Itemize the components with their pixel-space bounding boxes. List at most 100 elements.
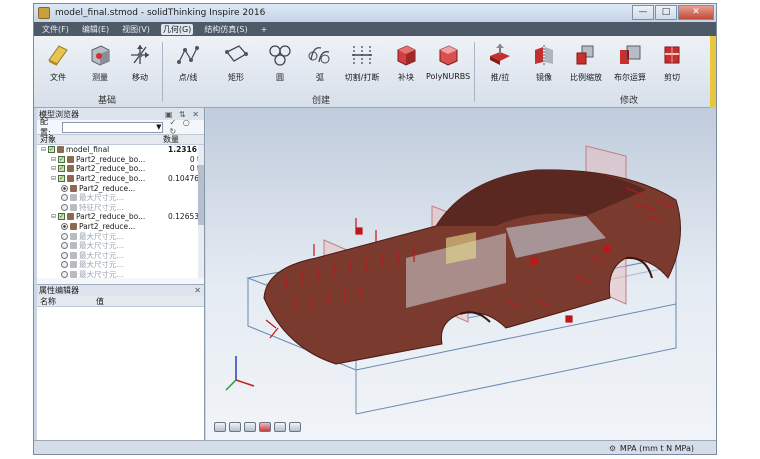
tool-push-pull[interactable]: 推/拉 xyxy=(478,42,522,83)
tool-shear[interactable]: 剪切 xyxy=(650,42,694,83)
maximize-button[interactable]: □ xyxy=(655,5,677,20)
tool-polynurbs[interactable]: PolyNURBS xyxy=(426,42,470,81)
point-line-icon xyxy=(177,46,199,64)
tool-boolean[interactable]: 布尔运算 xyxy=(608,42,652,83)
variant-radio[interactable] xyxy=(61,261,68,269)
tool-label: 切割/打断 xyxy=(344,73,380,82)
expand-toggle-icon[interactable]: ⊟ xyxy=(51,175,58,182)
view-display-icon[interactable] xyxy=(259,422,271,432)
group-label-modify: 修改 xyxy=(620,96,639,106)
visibility-checkbox[interactable]: ✓ xyxy=(58,213,65,221)
units-selector[interactable]: MPA (mm t N MPa) xyxy=(620,444,694,453)
polynurbs-icon xyxy=(439,45,458,66)
config-row: 配置: ▼ ✓ ○ ↻ xyxy=(37,117,204,137)
column-quantity[interactable]: 数量 xyxy=(163,134,179,145)
part-icon xyxy=(70,203,77,211)
tree-row[interactable]: 特征尺寸元... xyxy=(37,203,204,213)
file-icon xyxy=(48,45,68,66)
tool-file[interactable]: 文件 xyxy=(36,42,80,83)
chevron-down-icon: ▼ xyxy=(156,122,162,131)
tool-label: 剪切 xyxy=(664,73,680,82)
move-icon xyxy=(131,45,149,64)
tree-row[interactable]: ⊟ ✓ Part2_reduce_bo... 0 t xyxy=(37,155,204,165)
tree-row[interactable]: ⊟ ✓ Part2_reduce_bo... 0 t xyxy=(37,164,204,174)
tool-point-line[interactable]: 点/线 xyxy=(166,42,210,83)
visibility-checkbox[interactable]: ✓ xyxy=(58,155,65,163)
view-fit-icon[interactable] xyxy=(274,422,286,432)
visibility-checkbox[interactable]: ✓ xyxy=(48,146,55,154)
tool-label: 测量 xyxy=(92,73,108,82)
3d-viewport[interactable] xyxy=(206,108,716,440)
variant-radio[interactable] xyxy=(61,194,68,202)
variant-radio[interactable] xyxy=(61,203,68,211)
cut-break-icon xyxy=(352,46,372,64)
tree-row[interactable]: ⊟ ✓ model_final 1.2316 t xyxy=(37,145,204,155)
tree-row[interactable]: 最大尺寸元... xyxy=(37,270,204,278)
tool-rectangle[interactable]: 矩形 xyxy=(214,42,258,83)
scrollbar-thumb[interactable] xyxy=(198,165,204,225)
title-bar[interactable]: model_final.stmod - solidThinking Inspir… xyxy=(34,4,716,22)
tool-mirror[interactable]: 镜像 xyxy=(522,42,566,83)
tool-arc[interactable]: 弧 xyxy=(298,42,342,83)
variant-radio[interactable] xyxy=(61,184,68,192)
config-dropdown[interactable]: ▼ xyxy=(62,121,164,133)
tree-row-quantity: 0 t xyxy=(189,164,200,174)
property-editor-title: 属性编辑器 xyxy=(39,286,79,295)
menu-bar: 文件(F) 编辑(E) 视图(V) 几何(G) 结构仿真(S) + xyxy=(34,22,716,36)
visibility-checkbox[interactable]: ✓ xyxy=(58,165,65,173)
ribbon-toolbar: 文件 测量 移动 点/线 矩形 圆 弧 切割/打断 补块 PolyNURBS 推… xyxy=(34,36,716,108)
tool-cut-break[interactable]: 切割/打断 xyxy=(340,42,384,83)
tree-scrollbar[interactable] xyxy=(198,145,204,278)
tool-label: 比例缩放 xyxy=(570,73,602,82)
tree-row-name: Part2_reduce_bo... xyxy=(76,154,146,164)
tree-row-name: Part2_reduce_bo... xyxy=(76,212,146,222)
variant-radio[interactable] xyxy=(61,271,68,278)
view-pan-icon[interactable] xyxy=(229,422,241,432)
tool-scale[interactable]: 比例缩放 xyxy=(564,42,608,83)
expand-toggle-icon[interactable]: ⊟ xyxy=(51,156,58,163)
menu-structure-sim[interactable]: 结构仿真(S) xyxy=(202,24,249,35)
view-rotate-icon[interactable] xyxy=(214,422,226,432)
view-zoom-icon[interactable] xyxy=(244,422,256,432)
tree-row[interactable]: ⊟✓ Part2_reduce_bo... 0.12653 t xyxy=(37,212,204,222)
menu-add-tab[interactable]: + xyxy=(259,25,270,34)
expand-toggle-icon[interactable]: ⊟ xyxy=(41,146,48,153)
tool-label: 点/线 xyxy=(178,73,198,82)
panel-close-icon[interactable]: ✕ xyxy=(194,286,201,295)
expand-toggle-icon[interactable]: ⊟ xyxy=(51,165,58,172)
tree-row[interactable]: ⊟✓ Part2_reduce_bo... 0.10476 t xyxy=(37,174,204,184)
units-gear-icon[interactable]: ⚙ xyxy=(609,444,616,453)
variant-radio[interactable] xyxy=(61,251,68,259)
model-tree: ⊟ ✓ model_final 1.2316 t ⊟ ✓ Part2_reduce_bo..… xyxy=(37,145,204,278)
status-bar: ⚙ MPA (mm t N MPa) xyxy=(34,440,716,454)
ribbon-separator xyxy=(162,42,163,102)
variant-radio[interactable] xyxy=(61,242,68,250)
tool-label: 文件 xyxy=(50,73,66,82)
close-button[interactable]: ✕ xyxy=(678,5,714,20)
scale-icon xyxy=(576,45,594,65)
part-icon xyxy=(70,223,77,231)
tool-circle[interactable]: 圆 xyxy=(258,42,302,83)
tree-row-quantity: 0.10476 t xyxy=(168,174,200,184)
menu-edit[interactable]: 编辑(E) xyxy=(80,24,111,35)
menu-file[interactable]: 文件(F) xyxy=(40,24,71,35)
column-object[interactable]: 对象 xyxy=(37,134,163,145)
tool-label: 补块 xyxy=(398,73,414,82)
tool-move[interactable]: 移动 xyxy=(118,42,162,83)
menu-view[interactable]: 视图(V) xyxy=(120,24,152,35)
variant-radio[interactable] xyxy=(61,223,68,231)
boolean-icon xyxy=(620,45,641,64)
rectangle-icon xyxy=(225,45,248,62)
expand-toggle-icon[interactable]: ⊟ xyxy=(51,213,58,220)
ribbon-expand-handle[interactable] xyxy=(710,36,716,108)
axis-triad xyxy=(225,356,255,391)
part-icon xyxy=(70,232,77,240)
menu-geometry[interactable]: 几何(G) xyxy=(160,23,194,35)
variant-radio[interactable] xyxy=(61,232,68,240)
visibility-checkbox[interactable]: ✓ xyxy=(58,175,65,183)
push-pull-icon xyxy=(490,44,510,65)
tool-patch[interactable]: 补块 xyxy=(384,42,428,83)
minimize-button[interactable]: — xyxy=(632,5,654,20)
view-section-icon[interactable] xyxy=(289,422,301,432)
tool-measure[interactable]: 测量 xyxy=(78,42,122,83)
